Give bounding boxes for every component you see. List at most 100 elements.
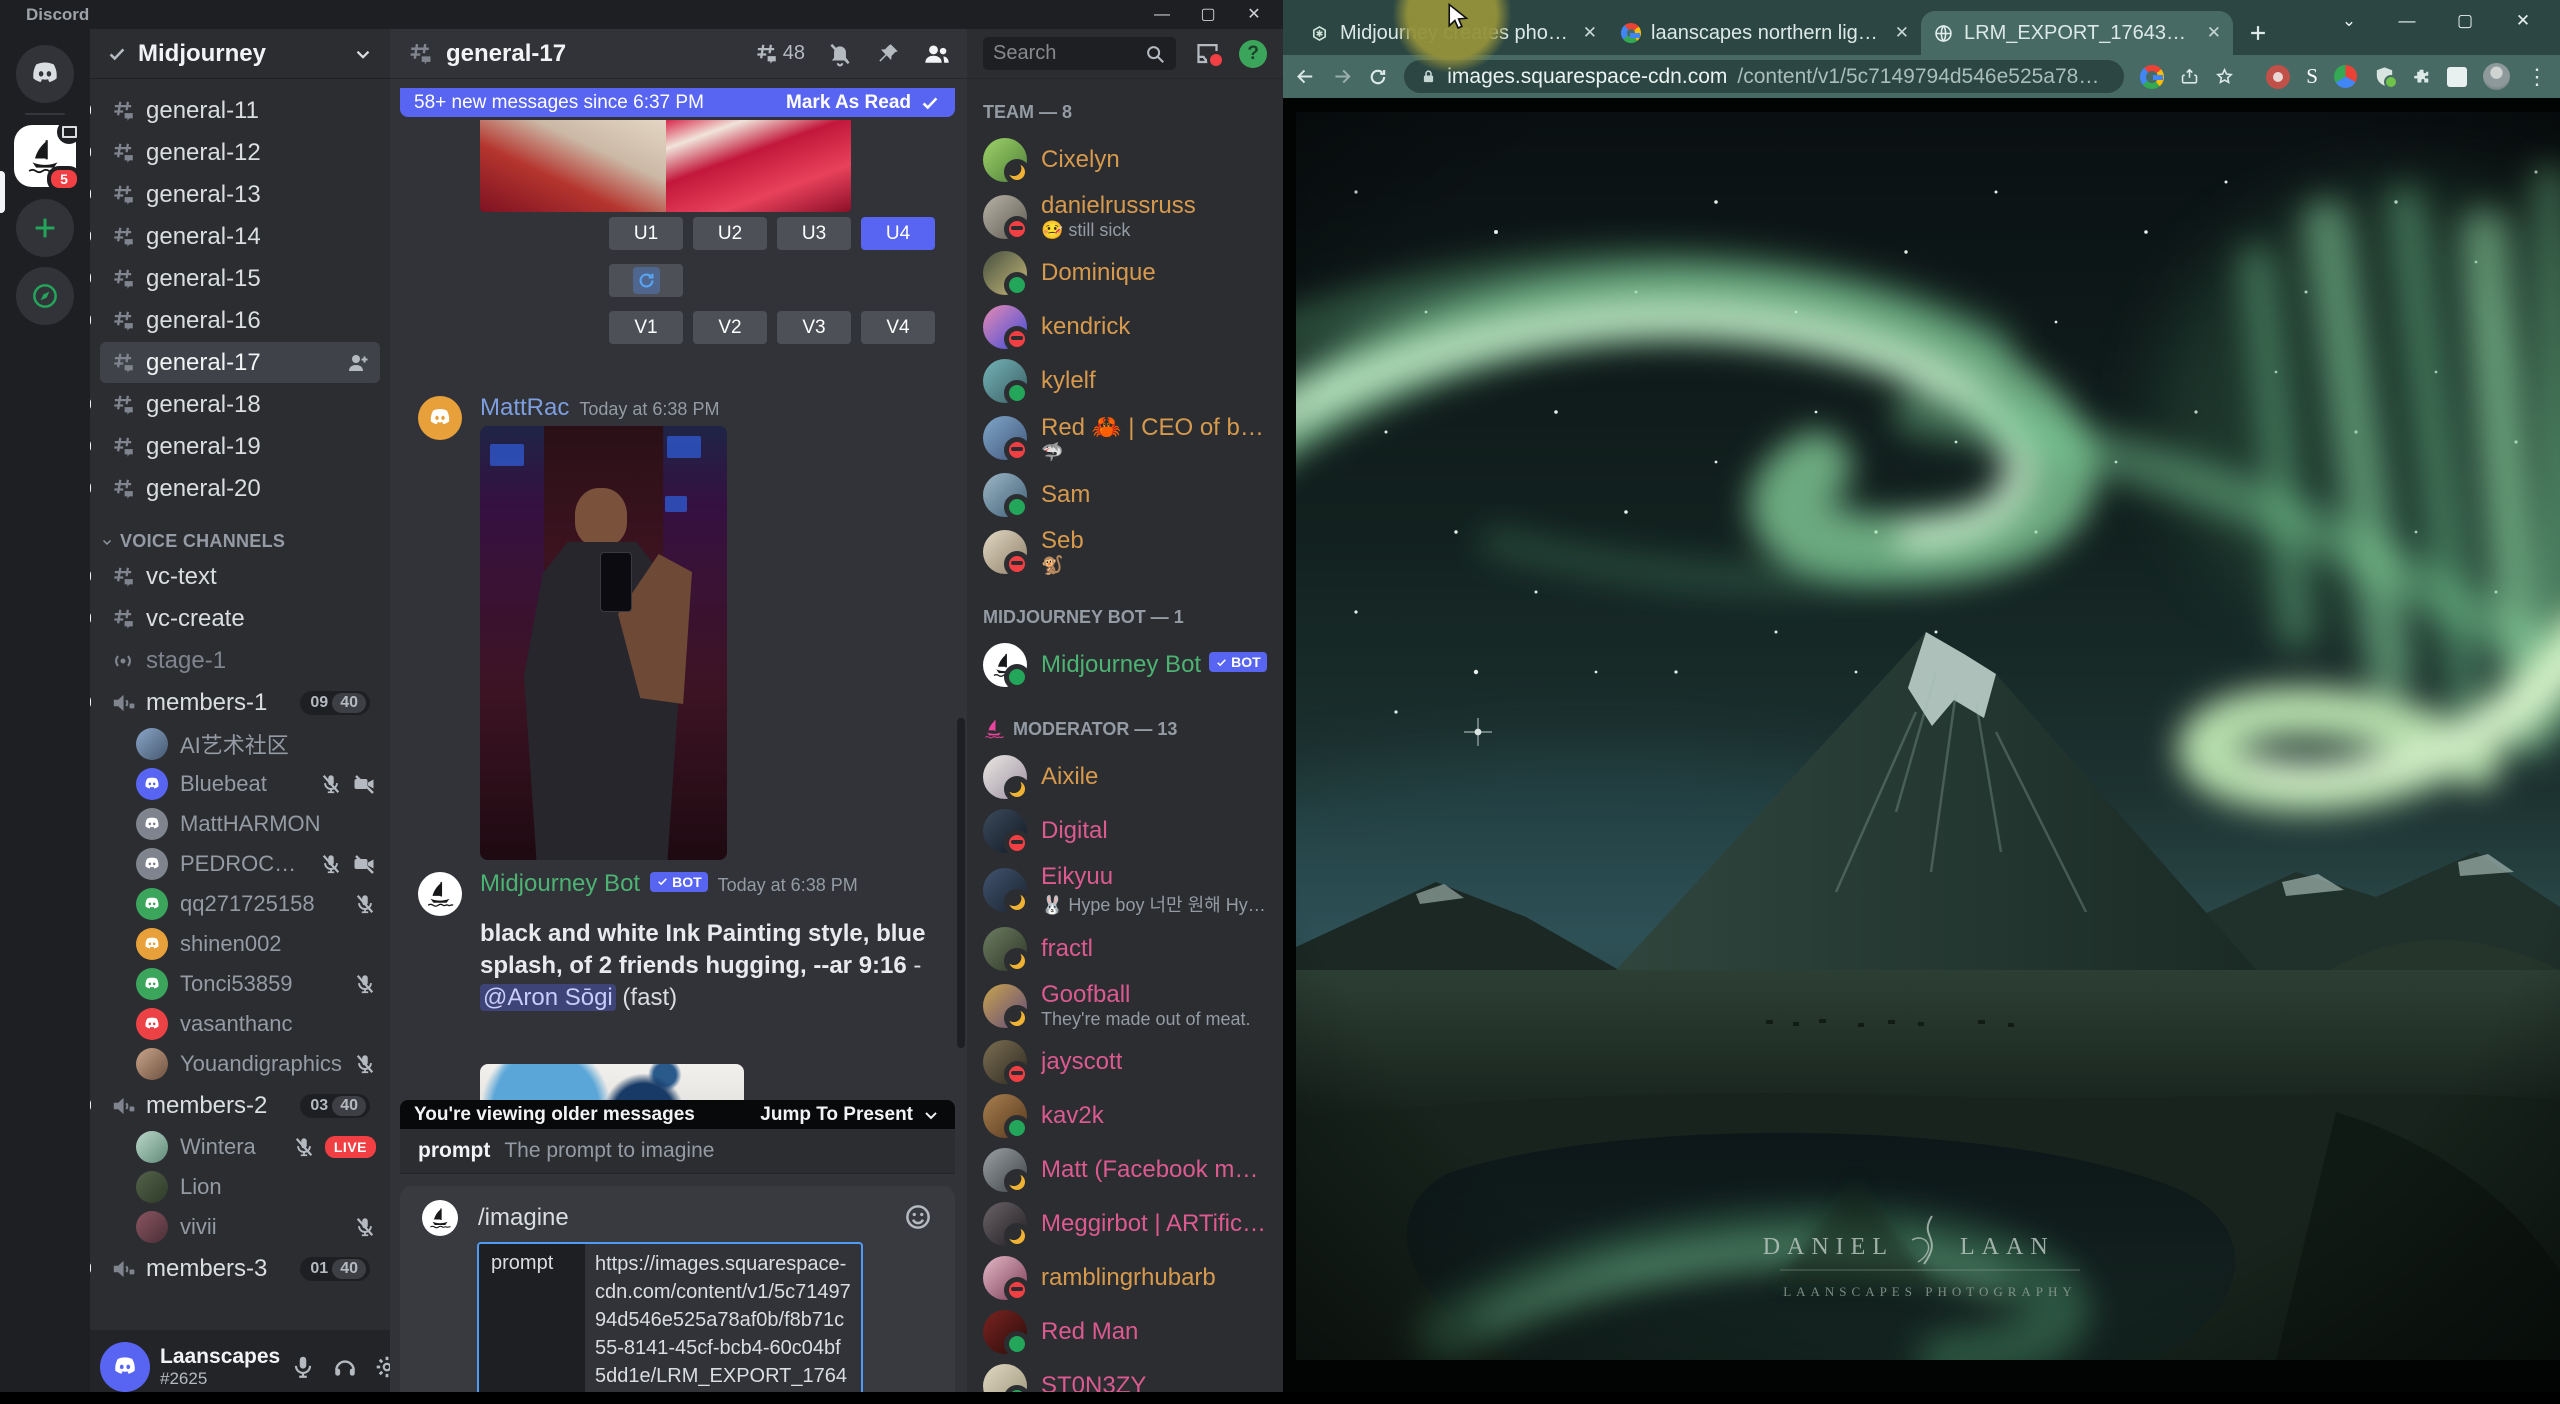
explore-servers-button[interactable] [16,267,74,325]
voice-user[interactable]: Tonci53859 [90,964,390,1004]
extension-icon-s[interactable]: S [2306,64,2318,89]
member-row[interactable]: Seb 🐒 [983,522,1277,581]
member-row[interactable]: Dominique [983,246,1277,300]
browser-tab[interactable]: LRM_EXPORT_17643678795693 ✕ [1921,11,2233,55]
slash-command-autocomplete[interactable]: prompt The prompt to imagine [400,1129,955,1174]
channel-item[interactable]: general-15 [90,258,380,299]
help-button[interactable]: ? [1239,39,1267,68]
member-row[interactable]: Aixile [983,750,1277,804]
extension-icon-red[interactable] [2266,64,2291,89]
add-server-button[interactable] [16,199,74,257]
forward-button[interactable] [1332,64,1353,89]
browser-menu-icon[interactable]: ⋮ [2526,65,2548,87]
voice-user[interactable]: Bluebeat [90,764,390,804]
channel-item[interactable]: general-12 [90,132,380,173]
member-row[interactable]: fractl [983,922,1277,976]
channel-item[interactable]: general-13 [90,174,380,215]
message-author[interactable]: MattRac [480,394,569,422]
discord-minimize-button[interactable]: — [1139,0,1185,29]
member-row[interactable]: Goofball They're made out of meat. [983,976,1277,1035]
voice-room-members-2[interactable]: members-2 03 40 [90,1085,380,1126]
channel-item[interactable]: general-20 [90,468,380,509]
mic-icon[interactable] [290,1354,316,1380]
channel-item[interactable]: general-14 [90,216,380,257]
member-row[interactable]: Red Man [983,1305,1277,1359]
member-row[interactable]: Digital [983,804,1277,858]
profile-avatar[interactable] [2483,63,2511,90]
upscale-button[interactable]: U3 [777,217,851,250]
voice-user[interactable]: Lion [90,1167,390,1207]
google-lens-icon[interactable] [2140,64,2165,89]
voice-user[interactable]: PEDROCOELHO... [90,844,390,884]
voice-channel-item[interactable]: stage-1 [100,640,380,681]
discord-close-button[interactable]: ✕ [1231,0,1277,29]
voice-user[interactable]: Youandigraphics [90,1044,390,1084]
emoji-picker-icon[interactable] [903,1202,933,1232]
member-row[interactable]: kylelf [983,354,1277,408]
upscale-button[interactable]: U1 [609,217,683,250]
voice-user[interactable]: AI艺术社区 [90,724,390,764]
browser-maximize-button[interactable]: ▢ [2436,11,2494,31]
variation-button[interactable]: V2 [693,311,767,344]
new-tab-button[interactable] [2243,18,2273,48]
browser-close-button[interactable]: ✕ [2494,11,2552,31]
voice-user[interactable]: shinen002 [90,924,390,964]
tab-search-chevron[interactable]: ⌄ [2320,11,2378,31]
create-invite-icon[interactable] [346,351,370,375]
pinned-messages-icon[interactable] [875,41,901,67]
channel-item[interactable]: general-17 [100,342,380,383]
member-row[interactable]: jayscott [983,1035,1277,1089]
prompt-option-field[interactable]: prompt https://images.squarespace-cdn.co… [477,1242,863,1404]
notifications-muted-icon[interactable] [827,41,853,67]
share-icon[interactable] [2180,65,2199,88]
side-panel-icon[interactable] [2447,66,2468,87]
member-row[interactable]: Midjourney Bot BOT [983,638,1277,692]
member-row[interactable]: Sam [983,468,1277,522]
extensions-puzzle-icon[interactable] [2412,65,2431,88]
variation-button[interactable]: V1 [609,311,683,344]
server-icon-midjourney[interactable]: 5 [14,120,81,192]
discord-home-button[interactable] [16,45,74,103]
upscale-button[interactable]: U4 [861,217,935,250]
member-row[interactable]: kendrick [983,300,1277,354]
voice-user[interactable]: qq271725158 [90,884,390,924]
extension-icon-tricolor[interactable] [2333,65,2357,88]
bookmark-star-icon[interactable] [2215,65,2234,88]
headphones-icon[interactable] [332,1354,358,1380]
inbox-button[interactable] [1194,40,1226,69]
search-input[interactable]: Search [983,37,1177,70]
channel-item[interactable]: general-16 [90,300,380,341]
browser-minimize-button[interactable]: — [2378,11,2436,31]
voice-user[interactable]: MattHARMON [90,804,390,844]
tab-close-button[interactable]: ✕ [1583,23,1597,43]
prompt-input-value[interactable]: https://images.squarespace-cdn.com/conte… [585,1244,861,1404]
member-row[interactable]: danielrussruss 🤒 still sick [983,187,1277,246]
member-row[interactable]: Meggirbot | ARTificial… [983,1197,1277,1251]
voice-channels-section[interactable]: VOICE CHANNELS [100,531,376,552]
member-row[interactable]: Matt (Facebook mod) [983,1143,1277,1197]
discord-maximize-button[interactable]: ▢ [1185,0,1231,29]
user-mention[interactable]: @Aron Sōgi [480,984,616,1011]
voice-user[interactable]: Wintera LIVE [90,1127,390,1167]
reroll-button[interactable] [609,264,683,297]
channel-item[interactable]: general-11 [90,90,380,131]
midjourney-grid-image[interactable] [480,120,851,212]
voice-user[interactable]: vivii [90,1207,390,1247]
message-author[interactable]: Midjourney Bot [480,870,640,898]
avatar[interactable] [418,396,462,440]
voice-room-members-3[interactable]: members-3 01 40 [90,1248,380,1289]
member-list-toggle-icon[interactable] [923,40,951,68]
upscale-button[interactable]: U2 [693,217,767,250]
server-header[interactable]: Midjourney [90,29,390,79]
mark-as-read-button[interactable]: Mark As Read [786,92,941,114]
avatar[interactable] [418,872,462,916]
chat-scrollbar[interactable] [957,718,965,1048]
browser-tab[interactable]: laanscapes northern lights - Goo ✕ [1609,11,1921,55]
member-row[interactable]: kav2k [983,1089,1277,1143]
aurora-image[interactable]: DANIEL LAAN LAANSCAPES PHOTOGRAPHY [1116,112,2560,1391]
threads-button[interactable]: 48 [753,41,805,67]
voice-room-members-1[interactable]: members-1 09 40 [90,682,380,723]
member-row[interactable]: ramblingrhubarb [983,1251,1277,1305]
reload-button[interactable] [1368,65,1388,89]
variation-button[interactable]: V3 [777,311,851,344]
